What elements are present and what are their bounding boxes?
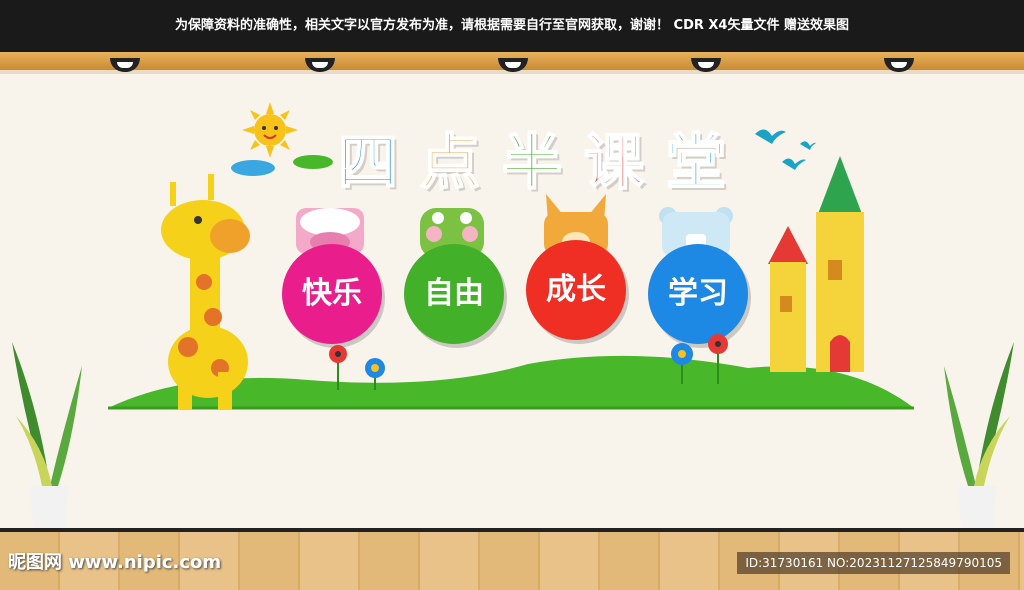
title-char: 课 [583, 127, 645, 199]
bubble-study: 学习 [648, 244, 748, 344]
top-notice-bar: 为保障资料的准确性，相关文字以官方发布为准，请根据需要自行至官网获取，谢谢！ C… [0, 0, 1024, 52]
bubble-label: 自由 [424, 276, 484, 311]
bubble-growth: 成长 [526, 240, 626, 340]
title-char: 堂 [665, 127, 727, 199]
bubble-label: 成长 [546, 272, 606, 307]
title-char: 点 [419, 127, 481, 199]
bubble-freedom: 自由 [404, 244, 504, 344]
bubble-happy: 快乐 [282, 244, 382, 344]
top-notice-text: 为保障资料的准确性，相关文字以官方发布为准，请根据需要自行至官网获取，谢谢！ C… [175, 18, 849, 33]
potted-plant-icon [944, 342, 1014, 544]
title-char: 四 [337, 127, 399, 199]
bubble-label: 学习 [668, 276, 728, 311]
flowers-icon [671, 334, 728, 384]
title-char: 半 [501, 127, 563, 199]
castle-icon [768, 156, 864, 372]
watermark-brand: 昵图网 www.nipic.com [8, 552, 222, 573]
bubble-label: 快乐 [302, 276, 362, 311]
watermark-id: ID:31730161 NO:20231127125849790105 [737, 552, 1010, 574]
potted-plant-icon [12, 342, 82, 544]
flowers-icon [329, 345, 385, 390]
giraffe-icon [161, 174, 250, 410]
